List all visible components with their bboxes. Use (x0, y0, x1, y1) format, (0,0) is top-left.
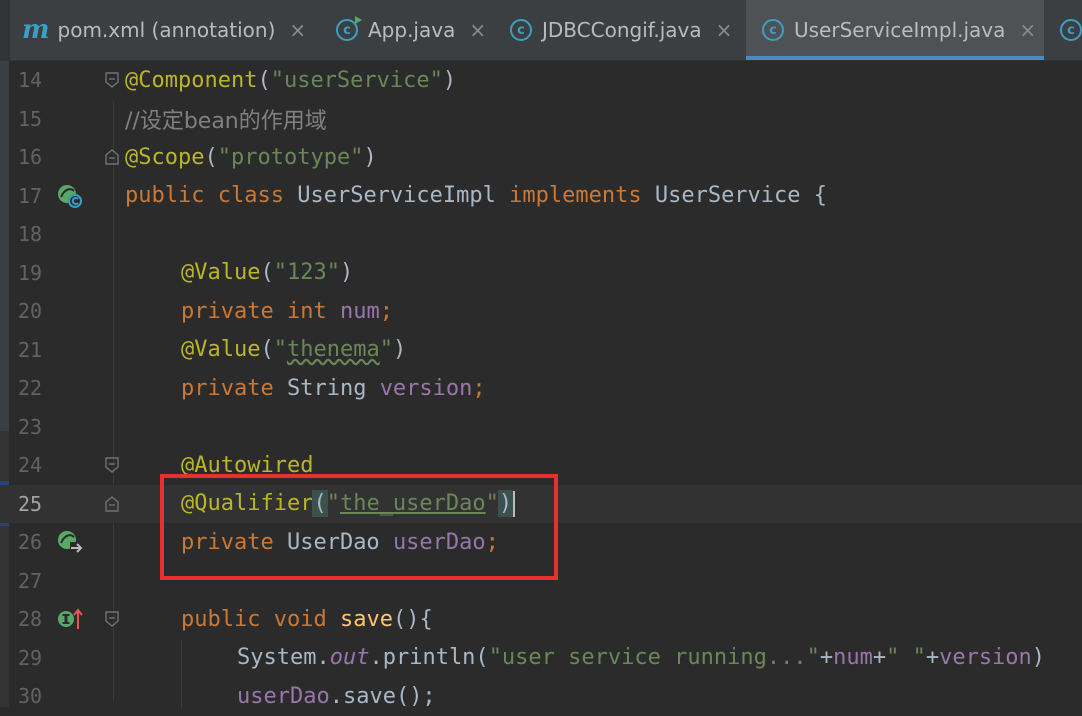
class-icon: c (762, 19, 784, 41)
code-editor[interactable]: 14 @Component("userService") 15 //设定bean… (0, 61, 1082, 709)
line-number: 14 (18, 68, 43, 93)
code-text: @Scope("prototype") (125, 144, 377, 170)
tab-bar-edge (0, 0, 10, 60)
line-number: 28 (18, 607, 43, 632)
code-text: public class UserServiceImpl implements … (125, 183, 828, 209)
spring-bean-icon[interactable] (56, 182, 84, 210)
close-icon[interactable]: × (469, 18, 486, 42)
code-text: System.out.println("user service running… (237, 645, 1046, 671)
tab-label: UserServiceImpl.java (794, 18, 1006, 42)
code-text: public void save(){ (181, 606, 433, 632)
editor-tab-bar: m pom.xml (annotation) × c App.java × c … (0, 0, 1082, 61)
line-number: 26 (18, 530, 43, 555)
line-number: 22 (18, 376, 43, 401)
code-line[interactable]: 21 @Value("thenema") (0, 331, 1082, 370)
line-number: 29 (18, 645, 43, 670)
code-line[interactable]: 14 @Component("userService") (0, 61, 1082, 100)
line-number: 27 (18, 568, 43, 593)
code-line[interactable]: 15 //设定bean的作用域 (0, 100, 1082, 139)
tab-pom-xml[interactable]: m pom.xml (annotation) × (22, 0, 306, 60)
line-number: 15 (18, 106, 43, 131)
tab-label: App.java (368, 18, 456, 42)
fold-marker-icon[interactable] (105, 495, 119, 512)
close-icon[interactable]: × (289, 18, 306, 42)
fold-marker-icon[interactable] (105, 457, 119, 474)
code-line[interactable]: 20 private int num; (0, 292, 1082, 331)
line-number: 18 (18, 222, 43, 247)
line-number: 21 (18, 337, 43, 362)
tab-app-java[interactable]: c App.java × (336, 0, 486, 60)
class-runnable-icon: c (336, 16, 362, 41)
code-text: //设定bean的作用域 (125, 108, 327, 134)
class-icon: c (1060, 19, 1082, 41)
autowired-navigate-icon[interactable] (56, 528, 84, 556)
line-number: 25 (18, 491, 43, 516)
tab-label: JDBCCongif.java (542, 18, 702, 42)
code-line[interactable]: 29 System.out.println("user service runn… (0, 639, 1082, 678)
fold-marker-icon[interactable] (105, 611, 119, 628)
tab-jdbccongif-java[interactable]: c JDBCCongif.java × (510, 0, 732, 60)
line-number: 19 (18, 260, 43, 285)
line-number: 30 (18, 684, 43, 709)
code-line[interactable]: 30 userDao.save(); (0, 677, 1082, 716)
fold-marker-icon[interactable] (105, 72, 119, 89)
code-text: userDao.save(); (237, 683, 436, 709)
highlight-box (160, 474, 558, 580)
code-line[interactable]: 18 (0, 215, 1082, 254)
code-text: @Value("thenema") (181, 337, 407, 363)
line-number: 20 (18, 299, 43, 324)
code-line[interactable]: 22 private String version; (0, 369, 1082, 408)
code-text: @Component("userService") (125, 67, 457, 93)
code-line[interactable]: 19 @Value("123") (0, 254, 1082, 293)
code-line[interactable]: 17 public class UserServiceImpl implemen… (0, 177, 1082, 216)
code-line[interactable]: 28 public void save(){ (0, 600, 1082, 639)
code-line[interactable]: 16 @Scope("prototype") (0, 138, 1082, 177)
tab-label: pom.xml (annotation) (57, 18, 276, 42)
line-number: 17 (18, 183, 43, 208)
code-text: private int num; (181, 298, 393, 324)
tab-overflow-class[interactable]: c (1060, 0, 1082, 60)
line-number: 24 (18, 453, 43, 478)
code-line[interactable]: 23 (0, 408, 1082, 447)
code-text: @Value("123") (181, 260, 354, 286)
line-number: 23 (18, 414, 43, 439)
fold-marker-icon[interactable] (105, 149, 119, 165)
maven-m-icon: m (22, 15, 50, 45)
line-number: 16 (18, 145, 43, 170)
code-text: private String version; (181, 375, 486, 401)
close-icon[interactable]: × (716, 18, 733, 42)
class-icon: c (510, 19, 532, 41)
implements-method-icon[interactable] (56, 605, 84, 633)
tab-userserviceimpl-java[interactable]: c UserServiceImpl.java × (746, 0, 1044, 60)
close-icon[interactable]: × (1019, 18, 1036, 42)
